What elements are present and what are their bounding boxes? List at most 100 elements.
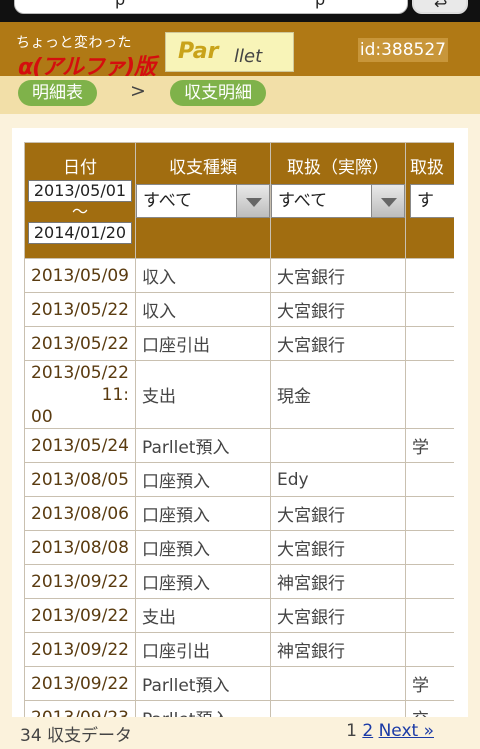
next-page-link[interactable]: Next » bbox=[379, 721, 434, 741]
cell-type: Parllet預入 bbox=[134, 666, 271, 701]
table-row[interactable]: 2013/09/22 口座預入 神宮銀行 bbox=[24, 564, 454, 599]
cell-date: 2013/08/06 bbox=[24, 496, 136, 531]
table-row[interactable]: 2013/05/22 11: 00 支出 現金 bbox=[24, 360, 454, 429]
table-row[interactable]: 2013/08/08 口座預入 大宮銀行 bbox=[24, 530, 454, 565]
user-id: id:388527 bbox=[357, 38, 448, 62]
cell-handling: 神宮銀行 bbox=[269, 564, 406, 599]
date-to-input[interactable]: 2014/01/20 bbox=[27, 222, 132, 244]
breadcrumb-item-statements[interactable]: 明細表 bbox=[18, 80, 97, 106]
cell-handling-2 bbox=[404, 258, 454, 293]
cell-date: 2013/05/22 bbox=[24, 326, 136, 361]
record-count: 34 収支データ bbox=[20, 726, 133, 746]
table-header-row: 日付 2013/05/01 ～ 2014/01/20 収支種類 すべて 取扱（実… bbox=[24, 142, 454, 259]
cell-handling: 大宮銀行 bbox=[269, 292, 406, 327]
cell-type: 口座預入 bbox=[134, 496, 271, 531]
table-row[interactable]: 2013/05/09 収入 大宮銀行 bbox=[24, 258, 454, 293]
date-from-input[interactable]: 2013/05/01 bbox=[27, 180, 132, 202]
cell-handling-2 bbox=[404, 598, 454, 633]
cell-handling: 大宮銀行 bbox=[269, 258, 406, 293]
cell-date: 2013/09/22 bbox=[24, 564, 136, 599]
dropdown-arrow-icon bbox=[235, 184, 270, 218]
handling-2-filter-value: す bbox=[416, 191, 434, 211]
parllet-logo[interactable]: Par llet bbox=[165, 32, 294, 72]
cell-date-value: 2013/05/22 bbox=[31, 362, 129, 383]
cell-handling-2 bbox=[404, 530, 454, 565]
cell-handling: 大宮銀行 bbox=[269, 530, 406, 565]
cell-type: 口座引出 bbox=[134, 326, 271, 361]
pagination: 1 2 Next » bbox=[346, 721, 434, 741]
cell-handling-2 bbox=[404, 632, 454, 667]
cell-handling-2 bbox=[404, 496, 454, 531]
handling-filter-select[interactable]: すべて bbox=[270, 184, 405, 218]
cell-type: 支出 bbox=[134, 360, 271, 429]
page-2-link[interactable]: 2 bbox=[362, 721, 373, 741]
cell-date: 2013/09/22 bbox=[24, 632, 136, 667]
cell-handling: 大宮銀行 bbox=[269, 496, 406, 531]
handling-filter-value: すべて bbox=[277, 191, 328, 211]
cell-handling: Edy bbox=[269, 462, 406, 497]
cell-type: 口座引出 bbox=[134, 632, 271, 667]
table-row[interactable]: 2013/09/22 支出 大宮銀行 bbox=[24, 598, 454, 633]
cell-date: 2013/05/22 11: 00 bbox=[24, 360, 136, 429]
cell-time-minute: 00 bbox=[31, 406, 53, 427]
date-range-tilde: ～ bbox=[71, 202, 88, 221]
content-panel: 日付 2013/05/01 ～ 2014/01/20 収支種類 すべて 取扱（実… bbox=[12, 128, 468, 728]
browser-chrome: p p ↩ bbox=[0, 0, 480, 22]
logo-subtext: llet bbox=[234, 46, 263, 67]
type-filter-value: すべて bbox=[142, 191, 193, 211]
cell-handling-2 bbox=[404, 292, 454, 327]
cell-handling: 大宮銀行 bbox=[269, 326, 406, 361]
cell-date: 2013/09/22 bbox=[24, 666, 136, 701]
table-row[interactable]: 2013/05/24 Parllet預入 学 bbox=[24, 428, 454, 463]
column-header-handling: 取扱（実際） すべて bbox=[269, 142, 406, 259]
cell-handling-2: 学 bbox=[404, 666, 454, 701]
table-row[interactable]: 2013/08/06 口座預入 大宮銀行 bbox=[24, 496, 454, 531]
table-row[interactable]: 2013/08/05 口座預入 Edy bbox=[24, 462, 454, 497]
cell-handling bbox=[269, 666, 406, 701]
handling-2-column-label: 取扱 bbox=[409, 158, 444, 178]
column-header-handling-2: 取扱 す bbox=[404, 142, 454, 259]
type-filter-select[interactable]: すべて bbox=[135, 184, 270, 218]
transactions-table: 日付 2013/05/01 ～ 2014/01/20 収支種類 すべて 取扱（実… bbox=[24, 142, 454, 728]
cell-handling-2 bbox=[404, 326, 454, 361]
app-page: p p ↩ ちょっと変わった α(アルファ)版 Par llet id:3885… bbox=[0, 0, 480, 749]
table-row[interactable]: 2013/09/22 口座引出 神宮銀行 bbox=[24, 632, 454, 667]
cell-type: 支出 bbox=[134, 598, 271, 633]
cell-type: Parllet預入 bbox=[134, 428, 271, 463]
breadcrumb-item-income-expense[interactable]: 収支明細 bbox=[170, 80, 266, 106]
return-arrow-icon: ↩ bbox=[434, 0, 448, 13]
cell-date: 2013/08/08 bbox=[24, 530, 136, 565]
breadcrumb: 明細表 > 収支明細 bbox=[0, 76, 480, 114]
cell-handling: 神宮銀行 bbox=[269, 632, 406, 667]
cell-type: 口座預入 bbox=[134, 462, 271, 497]
cell-handling-2 bbox=[404, 360, 454, 429]
cell-date: 2013/05/09 bbox=[24, 258, 136, 293]
browser-menu-button[interactable]: ↩ bbox=[412, 0, 468, 14]
page-current: 1 bbox=[346, 721, 357, 741]
column-header-date: 日付 2013/05/01 ～ 2014/01/20 bbox=[24, 142, 136, 259]
url-bar[interactable]: p p bbox=[14, 0, 408, 14]
table-row[interactable]: 2013/05/22 収入 大宮銀行 bbox=[24, 292, 454, 327]
url-fragment: p bbox=[115, 0, 125, 9]
cell-date: 2013/08/05 bbox=[24, 462, 136, 497]
table-row[interactable]: 2013/09/22 Parllet預入 学 bbox=[24, 666, 454, 701]
cell-time-hour: 11: bbox=[101, 384, 129, 405]
cell-handling-2: 学 bbox=[404, 428, 454, 463]
column-header-type: 収支種類 すべて bbox=[134, 142, 271, 259]
cell-type: 口座預入 bbox=[134, 564, 271, 599]
cell-date: 2013/09/22 bbox=[24, 598, 136, 633]
cell-type: 口座預入 bbox=[134, 530, 271, 565]
cell-handling: 大宮銀行 bbox=[269, 598, 406, 633]
table-scroll-area[interactable]: 日付 2013/05/01 ～ 2014/01/20 収支種類 すべて 取扱（実… bbox=[24, 142, 454, 728]
cell-type: 収入 bbox=[134, 292, 271, 327]
handling-2-filter-select[interactable]: す bbox=[409, 184, 454, 218]
cell-date: 2013/05/22 bbox=[24, 292, 136, 327]
dropdown-arrow-icon bbox=[370, 184, 405, 218]
breadcrumb-separator: > bbox=[130, 80, 146, 102]
cell-type: 収入 bbox=[134, 258, 271, 293]
table-footer: 34 収支データ 1 2 Next » bbox=[0, 717, 480, 749]
table-row[interactable]: 2013/05/22 口座引出 大宮銀行 bbox=[24, 326, 454, 361]
url-fragment: p bbox=[315, 0, 325, 9]
cell-handling-2 bbox=[404, 462, 454, 497]
date-column-label: 日付 bbox=[62, 158, 97, 178]
